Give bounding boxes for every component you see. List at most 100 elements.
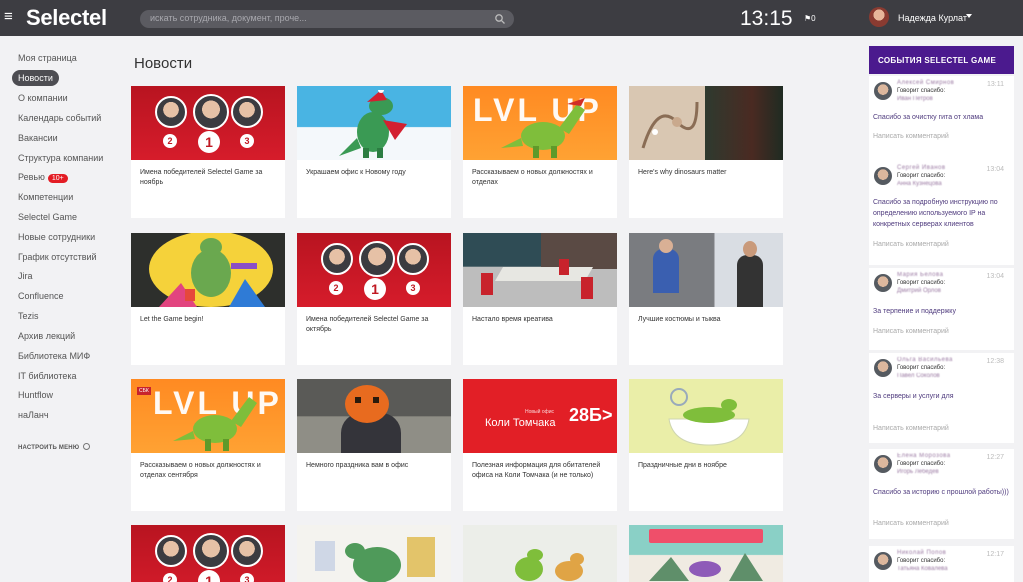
news-card[interactable]: Немного праздника вам в офис <box>297 379 451 511</box>
write-comment-link[interactable]: Написать комментарий <box>873 241 949 248</box>
chair-shape <box>481 273 493 295</box>
sidebar-item-absences[interactable]: График отсутствий <box>18 252 97 262</box>
forest-image <box>705 86 783 160</box>
event-target[interactable]: Анна Кузнецова <box>897 181 942 187</box>
news-card[interactable]: LVL UP Рассказываем о новых должностях и… <box>463 86 617 218</box>
person-shape <box>653 249 679 293</box>
news-card[interactable]: Праздничные дни в ноябре <box>629 379 783 511</box>
avatar <box>193 94 229 130</box>
news-card[interactable]: Let the Game begin! <box>131 233 285 365</box>
avatar <box>155 535 187 567</box>
sidebar-item-about[interactable]: О компании <box>18 93 68 103</box>
event-author[interactable]: Сергей Иванов <box>897 165 946 171</box>
sidebar-item-huntflow[interactable]: Huntflow <box>18 390 53 400</box>
sidebar-item-my-page[interactable]: Моя страница <box>18 53 77 63</box>
avatar[interactable] <box>874 274 892 292</box>
chevron-down-icon[interactable] <box>966 14 972 18</box>
banner-title: Коли Томчака <box>485 417 556 429</box>
write-comment-link[interactable]: Написать комментарий <box>873 425 949 432</box>
sidebar-item-it-library[interactable]: IT библиотека <box>18 371 77 381</box>
menu-icon[interactable]: ≡ <box>4 9 13 24</box>
event-author[interactable]: Мария Белова <box>897 272 943 278</box>
news-card[interactable]: Here's why dinosaurs matter <box>629 86 783 218</box>
avatar[interactable] <box>874 82 892 100</box>
event-author[interactable]: Николай Попов <box>897 550 946 556</box>
card-title[interactable]: Украшаем офис к Новому году <box>306 168 444 178</box>
write-comment-link[interactable]: Написать комментарий <box>873 328 949 335</box>
event-target[interactable]: Иван Петров <box>897 96 933 102</box>
event-card: Ольга Васильева 12:38 Говорит спасибо: П… <box>869 353 1014 443</box>
card-title[interactable]: Here's why dinosaurs matter <box>638 168 776 178</box>
news-card[interactable] <box>463 525 617 582</box>
configure-menu-button[interactable]: НАСТРОИТЬ МЕНЮ <box>18 443 91 451</box>
news-card[interactable]: 2 1 3 <box>131 525 285 582</box>
card-title[interactable]: Let the Game begin! <box>140 315 278 325</box>
event-text: За терпение и поддержку <box>873 308 956 315</box>
news-card[interactable]: Украшаем офис к Новому году <box>297 86 451 218</box>
news-card[interactable]: Настало время креатива <box>463 233 617 365</box>
sidebar-item-nalanch[interactable]: наЛанч <box>18 410 49 420</box>
card-title[interactable]: Полезная информация для обитателей офиса… <box>472 461 610 481</box>
sidebar-item-selectel-game[interactable]: Selectel Game <box>18 212 77 222</box>
event-target[interactable]: Павел Соколов <box>897 373 940 379</box>
user-avatar[interactable] <box>869 7 889 27</box>
news-card[interactable]: СБК LVL UP Рассказываем о новых должност… <box>131 379 285 511</box>
event-time: 13:04 <box>986 273 1004 280</box>
sidebar-item-competencies[interactable]: Компетенции <box>18 192 73 202</box>
sidebar-item-vacancies[interactable]: Вакансии <box>18 133 58 143</box>
sidebar-item-structure[interactable]: Структура компании <box>18 153 103 163</box>
card-title[interactable]: Лучшие костюмы и тыква <box>638 315 776 325</box>
card-image <box>629 525 783 582</box>
card-image <box>297 379 451 453</box>
medal-2: 2 <box>329 281 343 295</box>
sidebar-item-mif-library[interactable]: Библиотека МИФ <box>18 351 90 361</box>
search-input[interactable]: искать сотрудника, документ, проче... <box>140 10 514 28</box>
card-title[interactable]: Немного праздника вам в офис <box>306 461 444 471</box>
avatar[interactable] <box>874 167 892 185</box>
user-name[interactable]: Надежда Курлат <box>898 13 967 23</box>
event-target[interactable]: Татьяна Ковалева <box>897 566 948 572</box>
card-image: 2 1 3 <box>131 525 285 582</box>
logo[interactable]: Selectel <box>26 5 107 31</box>
event-author[interactable]: Ольга Васильева <box>897 357 953 363</box>
medal-3: 3 <box>406 281 420 295</box>
sidebar-item-confluence[interactable]: Confluence <box>18 291 64 301</box>
sidebar-item-lectures[interactable]: Архив лекций <box>18 331 75 341</box>
sidebar-item-new-employees[interactable]: Новые сотрудники <box>18 232 95 242</box>
write-comment-link[interactable]: Написать комментарий <box>873 133 949 140</box>
write-comment-link[interactable]: Написать комментарий <box>873 520 949 527</box>
news-card[interactable]: Лучшие костюмы и тыква <box>629 233 783 365</box>
event-target[interactable]: Игорь Лебедев <box>897 469 939 475</box>
avatar[interactable] <box>874 359 892 377</box>
card-title[interactable]: Рассказываем о новых должностях и отдела… <box>472 168 610 188</box>
news-card[interactable]: 2 1 3 Имена победителей Selectel Game за… <box>297 233 451 365</box>
card-image: 2 1 3 <box>297 233 451 307</box>
sidebar-item-review[interactable]: Ревью 10+ <box>18 172 68 183</box>
news-card[interactable]: 2 1 3 Имена победителей Selectel Game за… <box>131 86 285 218</box>
sidebar-item-news[interactable]: Новости <box>12 70 59 86</box>
avatar[interactable] <box>874 455 892 473</box>
card-title[interactable]: Имена победителей Selectel Game за ноябр… <box>140 168 278 188</box>
banner-text: Новый офис Коли Томчака <box>485 409 555 429</box>
event-time: 13:04 <box>986 166 1004 173</box>
news-card[interactable] <box>629 525 783 582</box>
sidebar-item-tezis[interactable]: Tezis <box>18 311 39 321</box>
event-author[interactable]: Елена Морозова <box>897 453 951 459</box>
card-title[interactable]: Имена победителей Selectel Game за октяб… <box>306 315 444 335</box>
news-card[interactable] <box>297 525 451 582</box>
search-icon[interactable] <box>494 13 506 25</box>
sidebar-item-jira[interactable]: Jira <box>18 271 33 281</box>
event-target[interactable]: Дмитрий Орлов <box>897 288 941 294</box>
card-image <box>463 233 617 307</box>
news-card[interactable]: Новый офис Коли Томчака 28Б> Полезная ин… <box>463 379 617 511</box>
card-title[interactable]: Настало время креатива <box>472 315 610 325</box>
pumpkin-eye <box>355 397 361 403</box>
notifications-flag-icon[interactable]: ⚑0 <box>804 14 816 23</box>
event-time: 12:38 <box>986 358 1004 365</box>
card-title[interactable]: Рассказываем о новых должностях и отдела… <box>140 461 278 481</box>
card-title[interactable]: Праздничные дни в ноябре <box>638 461 776 471</box>
avatar[interactable] <box>874 552 892 570</box>
event-author[interactable]: Алексей Смирнов <box>897 80 954 86</box>
sidebar-item-calendar[interactable]: Календарь событий <box>18 113 101 123</box>
thumb-tag: СБК <box>137 387 151 395</box>
